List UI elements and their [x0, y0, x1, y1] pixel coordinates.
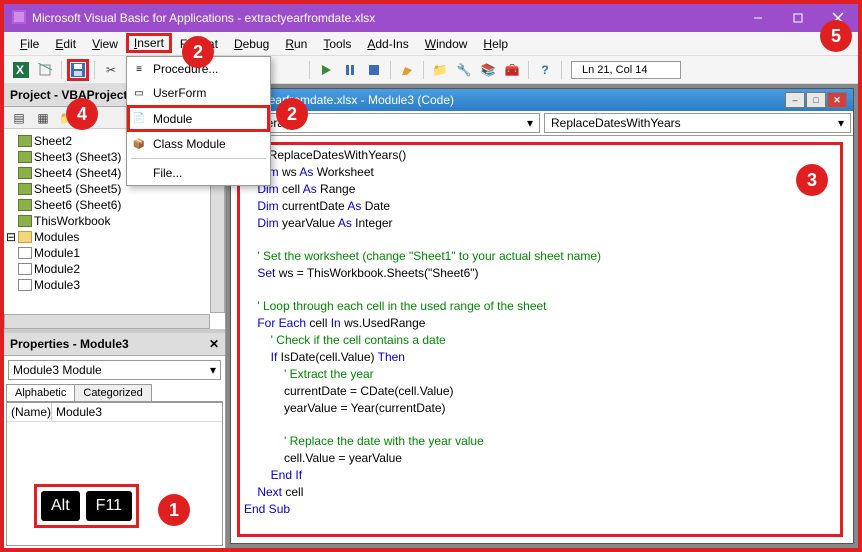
help-icon[interactable]: ?: [534, 59, 556, 81]
menu-insert[interactable]: Insert: [126, 33, 172, 53]
tree-module[interactable]: Module3: [18, 277, 223, 293]
keycap-f11: F11: [86, 491, 132, 521]
maximize-button[interactable]: [778, 4, 818, 32]
callout-2a: 2: [182, 36, 214, 68]
menu-view[interactable]: View: [84, 34, 126, 54]
code-window-header[interactable]: 📄ttyearfromdate.xlsx - Module3 (Code) – …: [231, 89, 853, 111]
prop-name-value[interactable]: Module3: [52, 403, 106, 421]
menu-addins[interactable]: Add-Ins: [359, 34, 416, 54]
project-icon[interactable]: 📁: [429, 59, 451, 81]
view-code-icon[interactable]: ▤: [8, 107, 30, 129]
tree-sheet[interactable]: Sheet6 (Sheet6): [18, 197, 223, 213]
cursor-position: Ln 21, Col 14: [571, 61, 681, 79]
menu-run[interactable]: Run: [277, 34, 315, 54]
menu-bar: File Edit View Insert Format Debug Run T…: [4, 32, 858, 56]
menu-file[interactable]: File: [12, 34, 47, 54]
callout-5: 5: [820, 20, 852, 52]
menu-userform[interactable]: ▭UserForm: [127, 81, 270, 105]
insert-icon[interactable]: [34, 59, 56, 81]
run-icon[interactable]: [315, 59, 337, 81]
minimize-button[interactable]: [738, 4, 778, 32]
callout-1: 1: [158, 494, 190, 526]
chevron-down-icon: ▾: [210, 363, 216, 377]
shortcut-hint: Alt F11: [34, 484, 139, 528]
menu-help[interactable]: Help: [475, 34, 516, 54]
props-panel-header: Properties - Module3 ✕: [4, 333, 225, 356]
menu-file-insert[interactable]: File...: [127, 161, 270, 185]
browser-icon[interactable]: 📚: [477, 59, 499, 81]
menu-classmodule[interactable]: 📦Class Module: [127, 132, 270, 156]
stop-icon[interactable]: [363, 59, 385, 81]
module-icon: 📄: [131, 111, 147, 127]
procedure-combo[interactable]: ReplaceDatesWithYears▾: [544, 113, 851, 133]
tree-module[interactable]: Module2: [18, 261, 223, 277]
tree-folder-modules[interactable]: ⊟ Modules: [6, 229, 223, 245]
menu-tools[interactable]: Tools: [315, 34, 359, 54]
keycap-alt: Alt: [41, 491, 80, 521]
toolbox-icon[interactable]: 🧰: [501, 59, 523, 81]
tree-thisworkbook[interactable]: ThisWorkbook: [18, 213, 223, 229]
callout-3: 3: [796, 164, 828, 196]
pause-icon[interactable]: [339, 59, 361, 81]
view-obj-icon[interactable]: ▦: [32, 107, 54, 129]
chevron-down-icon: ▾: [838, 116, 844, 130]
menu-module[interactable]: 📄Module: [127, 105, 270, 132]
chevron-down-icon: ▾: [527, 116, 533, 130]
svg-text:X: X: [16, 63, 24, 77]
tree-module[interactable]: Module1: [18, 245, 223, 261]
props-panel-close[interactable]: ✕: [209, 337, 219, 351]
props-object-combo[interactable]: Module3 Module▾: [8, 360, 221, 380]
insert-menu-dropdown: ≡Procedure... ▭UserForm 📄Module 📦Class M…: [126, 56, 271, 186]
app-icon: [12, 10, 26, 27]
design-icon[interactable]: [396, 59, 418, 81]
callout-2b: 2: [276, 98, 308, 130]
classmodule-icon: 📦: [131, 136, 147, 152]
callout-4: 4: [66, 98, 98, 130]
menu-debug[interactable]: Debug: [226, 34, 277, 54]
excel-icon[interactable]: X: [10, 59, 32, 81]
code-min-button[interactable]: –: [785, 92, 805, 108]
tab-categorized[interactable]: Categorized: [74, 384, 151, 401]
code-close-button[interactable]: ✕: [827, 92, 847, 108]
props-icon[interactable]: 🔧: [453, 59, 475, 81]
code-max-button[interactable]: □: [806, 92, 826, 108]
app-title: Microsoft Visual Basic for Applications …: [32, 11, 738, 25]
title-bar: Microsoft Visual Basic for Applications …: [4, 4, 858, 32]
save-button[interactable]: [67, 59, 89, 81]
procedure-icon: ≡: [131, 61, 147, 77]
menu-window[interactable]: Window: [417, 34, 476, 54]
userform-icon: ▭: [131, 85, 147, 101]
code-editor[interactable]: Sub ReplaceDatesWithYears() Dim ws As Wo…: [237, 142, 843, 537]
code-window: 📄ttyearfromdate.xlsx - Module3 (Code) – …: [230, 88, 854, 544]
prop-name-label: (Name): [7, 403, 52, 421]
tab-alphabetic[interactable]: Alphabetic: [6, 384, 75, 401]
cut-icon[interactable]: ✂: [100, 59, 122, 81]
menu-edit[interactable]: Edit: [47, 34, 84, 54]
props-panel-title: Properties - Module3: [10, 337, 129, 351]
project-panel-title: Project - VBAProject: [10, 88, 127, 102]
